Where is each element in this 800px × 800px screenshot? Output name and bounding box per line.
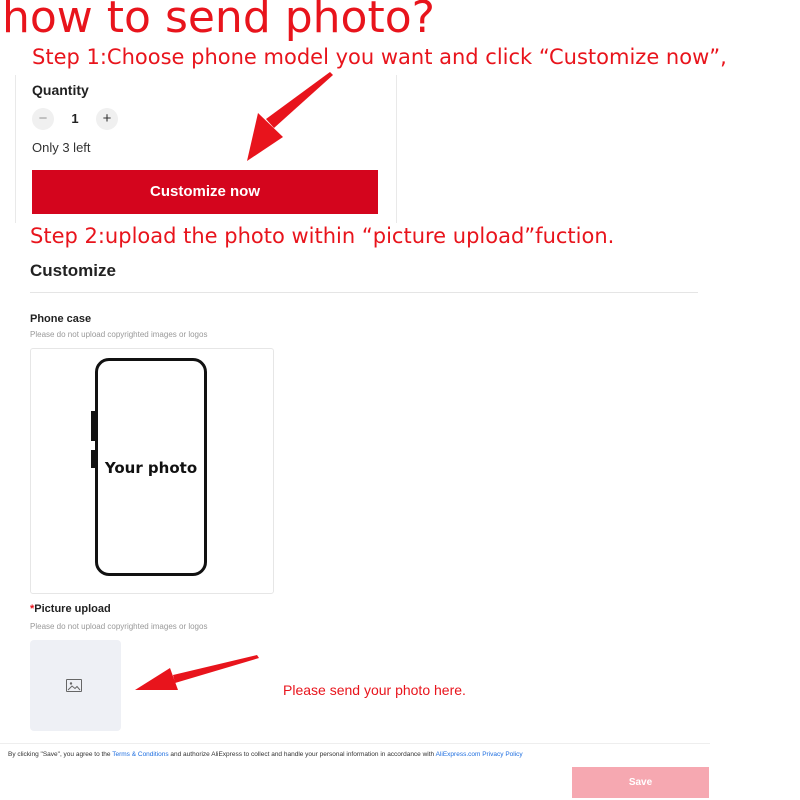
step2-instruction: Step 2:upload the photo within “picture … [30,224,615,248]
upload-arrow [135,655,259,690]
consent-middle: and authorize AliExpress to collect and … [168,751,436,758]
picture-upload-label: *Picture upload [30,603,111,615]
consent-text: By clicking "Save", you agree to the Ter… [8,751,523,758]
page-heading: how to send photo? [2,0,435,43]
customize-now-button[interactable]: Customize now [32,170,378,214]
privacy-policy-link[interactable]: AliExpress.com Privacy Policy [436,751,523,758]
consent-prefix: By clicking "Save", you agree to the [8,751,113,758]
quantity-decrease-button[interactable]: − [32,108,54,130]
step1-instruction: Step 1:Choose phone model you want and c… [32,45,727,69]
preview-placeholder-text: Your photo [104,459,198,477]
save-button[interactable]: Save [572,767,709,798]
picture-upload-label-text: Picture upload [34,603,111,615]
quantity-value: 1 [71,111,79,126]
customize-title: Customize [30,261,116,280]
phone-case-label: Phone case [30,313,92,325]
footer-divider [0,743,710,744]
send-photo-note: Please send your photo here. [283,682,466,698]
picture-upload-hint: Please do not upload copyrighted images … [30,622,208,631]
phone-case-hint: Please do not upload copyrighted images … [30,330,208,339]
image-icon [66,679,82,692]
quantity-increase-button[interactable]: + [96,108,118,130]
quantity-label: Quantity [32,82,89,98]
stock-status: Only 3 left [32,140,91,155]
customize-divider [30,292,698,293]
terms-link[interactable]: Terms & Conditions [112,751,168,758]
